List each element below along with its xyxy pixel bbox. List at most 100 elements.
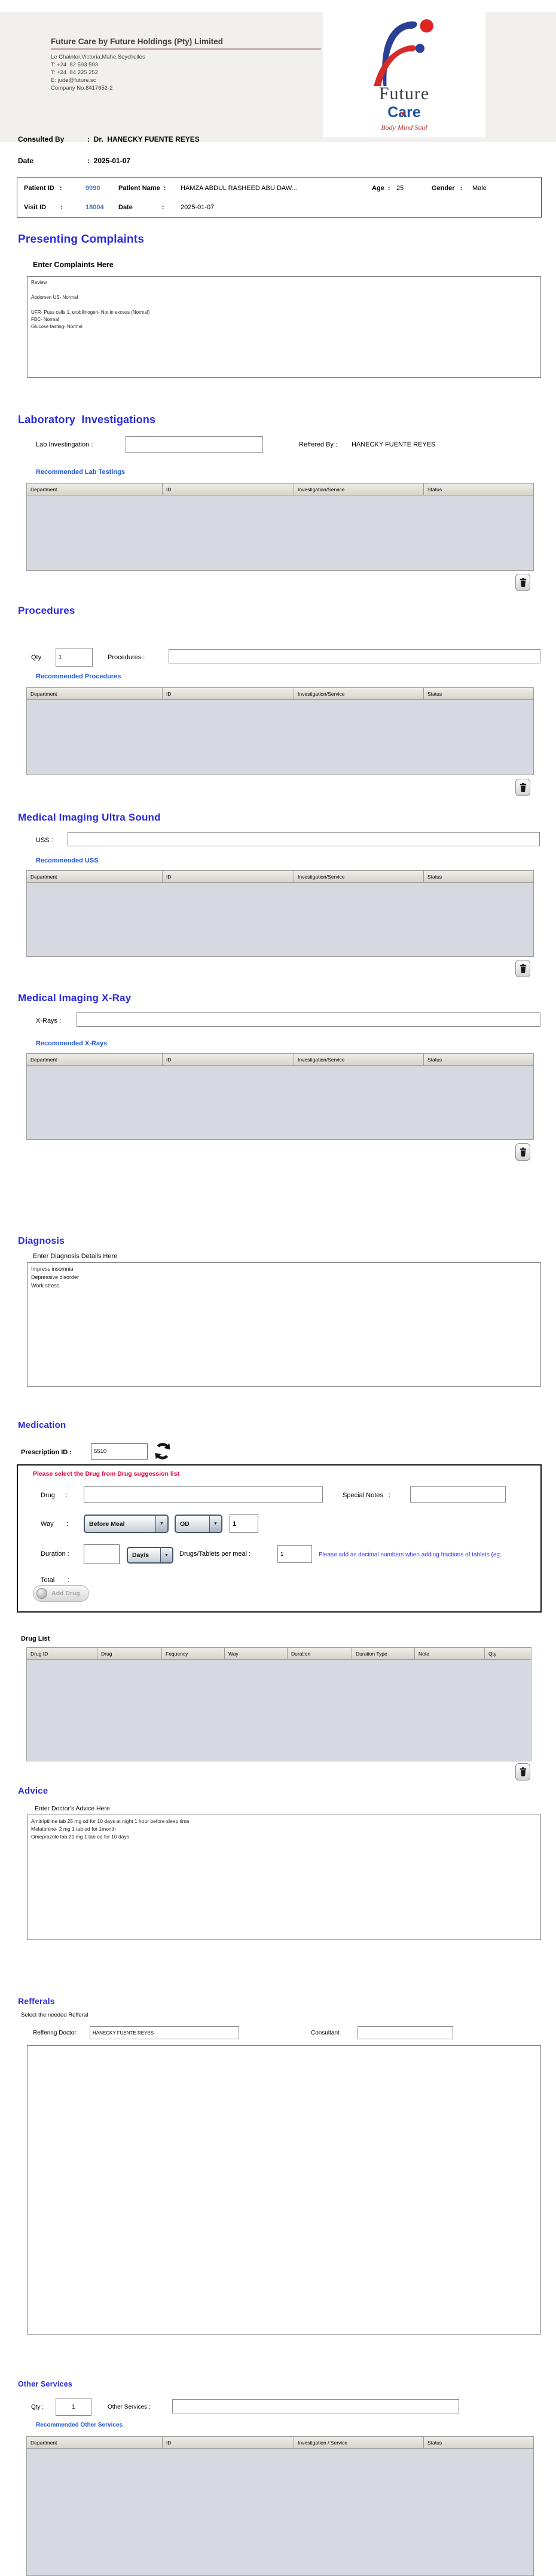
xray-col-status: Status (423, 1053, 534, 1066)
consultant-input[interactable] (358, 2026, 453, 2039)
frequency-select[interactable]: OD ▼ (175, 1515, 222, 1533)
patient-info-box (17, 177, 542, 218)
company-address: Le Chainter,Victoria,Mahe,Seychelles (51, 54, 145, 60)
other-col-status: Status (423, 2436, 534, 2449)
complaints-section-title: Presenting Complaints (18, 233, 145, 246)
add-circle-icon (36, 1588, 47, 1599)
xray-table-header: Department ID Investigation/Service Stat… (26, 1053, 534, 1066)
trash-icon (520, 577, 526, 588)
drug-col-qty: Qty (484, 1647, 531, 1660)
other-col-investigation: Investigation / Service (294, 2436, 424, 2449)
other-services-input[interactable] (172, 2399, 459, 2413)
diagnosis-textarea[interactable]: Impress insomnia Depressive disorder Wor… (27, 1262, 541, 1387)
consultant-label: Consultant (311, 2030, 340, 2036)
xray-delete-button[interactable] (515, 1143, 530, 1161)
lab-referred-by-value: HANECKY FUENTE REYES (352, 441, 436, 448)
logo-heart-icon: ♥ (401, 111, 405, 118)
company-name: Future Care by Future Holdings (Pty) Lim… (51, 37, 224, 46)
way-label: Way : (41, 1520, 69, 1528)
logo-wordmark-future: Future (378, 84, 430, 103)
other-qty-input[interactable] (56, 2398, 91, 2416)
duration-unit-select[interactable]: Day/s ▼ (127, 1547, 173, 1564)
visit-date-label: Date : (118, 204, 164, 211)
way-select-value: Before Meal (89, 1520, 125, 1528)
lab-col-id: ID (162, 483, 294, 495)
referring-doctor-input[interactable] (90, 2026, 239, 2039)
patient-age-label: Age : (372, 185, 390, 192)
drug-col-duration: Duration (287, 1647, 352, 1660)
uss-col-department: Department (26, 870, 163, 883)
other-services-section-title: Other Services (18, 2380, 73, 2388)
way-select[interactable]: Before Meal ▼ (84, 1515, 169, 1533)
per-meal-input[interactable] (277, 1545, 312, 1563)
special-notes-label: Special Notes : (343, 1492, 391, 1499)
recommended-other-services-link[interactable]: Recommended Other Services (36, 2422, 123, 2428)
add-drug-button[interactable]: Add Drug (33, 1585, 89, 1602)
patient-name-label: Patient Name : (118, 185, 166, 192)
lab-investigation-input[interactable] (126, 436, 263, 453)
procedures-qty-input[interactable] (56, 648, 93, 667)
frequency-qty-input[interactable] (230, 1515, 258, 1533)
recommended-uss-link[interactable]: Recommended USS (36, 857, 99, 864)
prescription-refresh-button[interactable] (154, 1442, 172, 1464)
xray-input-label: X-Rays : (36, 1017, 62, 1024)
uss-col-id: ID (162, 870, 294, 883)
uss-input[interactable] (68, 832, 540, 846)
company-name-underline (51, 48, 321, 50)
xray-col-department: Department (26, 1053, 163, 1066)
drug-list-table-header: Drug ID Drug Fequency Way Duration Durat… (26, 1647, 531, 1660)
diagnosis-hint: Enter Diagnosis Details Here (33, 1253, 118, 1260)
company-phone-2: T: +24 84 225 252 (51, 69, 98, 76)
lab-col-department: Department (26, 483, 163, 495)
other-table-header: Department ID Investigation / Service St… (26, 2436, 534, 2449)
uss-table-header: Department ID Investigation/Service Stat… (26, 870, 534, 883)
visit-date-value: 2025-01-07 (181, 204, 215, 211)
xray-section-title: Medical Imaging X-Ray (18, 992, 132, 1004)
medication-section-title: Medication (18, 1420, 66, 1430)
xray-col-id: ID (162, 1053, 294, 1066)
chevron-down-icon: ▼ (155, 1516, 167, 1532)
referral-list-box[interactable] (27, 2045, 541, 2335)
other-col-id: ID (162, 2436, 294, 2449)
procedures-qty-label: Qty : (31, 654, 45, 661)
future-care-logo-icon (374, 19, 433, 86)
prescription-id-input[interactable] (91, 1443, 148, 1460)
lab-table-body (26, 495, 534, 571)
recommended-xrays-link[interactable]: Recommended X-Rays (36, 1040, 107, 1047)
duration-unit-value: Day/s (132, 1552, 149, 1559)
xray-col-investigation: Investigation/Service (294, 1053, 424, 1066)
referring-doctor-label: Reffering Doctor (33, 2030, 77, 2036)
drug-col-way: Way (224, 1647, 288, 1660)
uss-input-label: USS : (36, 837, 53, 844)
advice-delete-button[interactable] (515, 1763, 530, 1780)
company-email: E: jude@future.sc (51, 77, 96, 84)
advice-textarea[interactable]: Amitriptiline tab 25 mg od for 10 days a… (27, 1815, 541, 1940)
procedures-delete-button[interactable] (515, 779, 530, 796)
drug-input[interactable] (84, 1486, 323, 1503)
uss-col-status: Status (423, 870, 534, 883)
complaints-hint: Enter Complaints Here (33, 261, 114, 269)
procedures-col-investigation: Investigation/Service (294, 687, 424, 700)
duration-input[interactable] (84, 1544, 120, 1564)
uss-col-investigation: Investigation/Service (294, 870, 424, 883)
lab-delete-button[interactable] (515, 574, 530, 591)
procedures-input[interactable] (169, 649, 540, 663)
recommended-procedures-link[interactable]: Recommended Procedures (36, 673, 121, 680)
trash-icon (520, 1147, 526, 1157)
uss-delete-button[interactable] (515, 960, 530, 977)
patient-id-value: 9090 (85, 185, 100, 192)
prescription-id-label: Prescription ID : (21, 1449, 72, 1456)
xray-input[interactable] (77, 1012, 540, 1027)
uss-table-body (26, 883, 534, 957)
chevron-down-icon: ▼ (160, 1548, 172, 1562)
chevron-down-icon: ▼ (209, 1516, 221, 1532)
recommended-lab-testings-link[interactable]: Recommended Lab Testings (36, 469, 125, 476)
complaints-textarea[interactable]: Review Abdomen US- Normal UFR- Puss cell… (27, 276, 541, 378)
visit-id-value: 18004 (85, 204, 104, 211)
patient-gender-label: Gender : (432, 185, 463, 192)
advice-hint: Enter Doctor's Advice Here (35, 1805, 110, 1812)
trash-icon (520, 1767, 526, 1777)
trash-icon (520, 782, 526, 793)
lab-col-status: Status (423, 483, 534, 495)
special-notes-input[interactable] (410, 1486, 506, 1503)
